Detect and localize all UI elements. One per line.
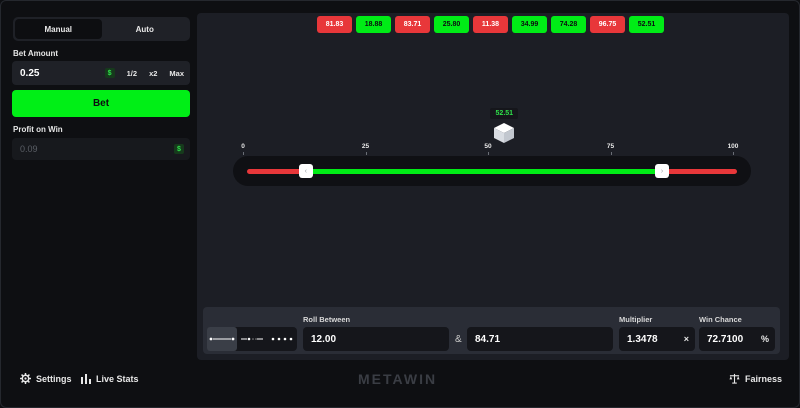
slider-tick-label: 25 xyxy=(361,143,370,150)
win-chance-value[interactable]: 72.7100 xyxy=(707,334,743,345)
multiplier-value[interactable]: 1.3478 xyxy=(627,334,658,345)
slider-handle-high[interactable]: › xyxy=(655,164,670,178)
slider-tick-mark xyxy=(488,152,489,155)
roll-between-mode-button[interactable] xyxy=(207,327,237,351)
fairness-label: Fairness xyxy=(745,373,783,384)
metawin-logo: METAWIN xyxy=(358,371,438,387)
slider-win-range xyxy=(305,169,663,174)
roll-high-input[interactable]: 84.71 xyxy=(467,327,613,351)
gear-icon xyxy=(20,373,31,384)
slider-lose-left xyxy=(247,169,306,174)
bet-button[interactable]: Bet xyxy=(12,90,190,117)
dice-game-app: Manual Auto Bet Amount 0.25 $ 1/2 x2 Max… xyxy=(0,0,800,408)
slider-tick-mark xyxy=(243,152,244,155)
fairness-button[interactable]: Fairness xyxy=(729,373,782,384)
roll-mode-selector xyxy=(207,327,297,351)
slider-tick-mark xyxy=(733,152,734,155)
and-symbol: & xyxy=(455,334,462,345)
multiplier-label: Multiplier xyxy=(619,315,653,324)
slider-handle-low[interactable]: ‹ xyxy=(298,164,313,178)
profit-value: 0.09 xyxy=(20,144,38,154)
result-badge: 52.51 xyxy=(490,108,519,119)
settings-button[interactable]: Settings xyxy=(20,373,72,384)
dice-icon xyxy=(494,123,515,143)
history-chip: 83.71 xyxy=(395,16,430,33)
max-bet-button[interactable]: Max xyxy=(163,63,190,83)
history-chip: 81.83 xyxy=(317,16,352,33)
bar-chart-icon xyxy=(81,374,91,384)
history-chip: 96.75 xyxy=(590,16,625,33)
dollar-icon: $ xyxy=(104,68,115,78)
outside-mode-icon xyxy=(241,337,263,341)
win-chance-label: Win Chance xyxy=(699,315,742,324)
multi-range-mode-icon xyxy=(271,337,293,341)
slider-lose-right xyxy=(662,169,737,174)
history-chip: 74.28 xyxy=(551,16,586,33)
slider-tick-label: 0 xyxy=(241,143,245,150)
history-chip: 52.51 xyxy=(629,16,664,33)
slider-tick-label: 75 xyxy=(606,143,615,150)
slider-tick-mark xyxy=(610,152,612,155)
history-chip: 25.80 xyxy=(434,16,469,33)
mode-tabs: Manual Auto xyxy=(13,17,190,41)
bet-amount-value[interactable]: 0.25 xyxy=(20,68,105,79)
live-stats-label: Live Stats xyxy=(96,373,139,384)
roll-low-input[interactable]: 12.00 xyxy=(303,327,449,351)
multiplier-input[interactable]: 1.3478 × xyxy=(619,327,695,351)
slider-tick-label: 100 xyxy=(727,143,739,150)
history-chip: 18.88 xyxy=(356,16,391,33)
live-stats-button[interactable]: Live Stats xyxy=(81,373,139,384)
slider-tick-label: 50 xyxy=(484,143,492,150)
game-panel: 81.83 18.88 83.71 25.80 11.38 34.99 74.28 96.75… xyxy=(197,13,789,360)
profit-field: 0.09 $ xyxy=(12,138,190,160)
roll-between-label: Roll Between xyxy=(303,315,351,324)
roll-history: 81.83 18.88 83.71 25.80 11.38 34.99 74.28 96.75… xyxy=(317,16,664,33)
win-chance-input[interactable]: 72.7100 % xyxy=(699,327,775,351)
bet-amount-field[interactable]: 0.25 $ 1/2 x2 Max xyxy=(12,61,190,85)
settings-label: Settings xyxy=(36,373,72,384)
between-mode-icon xyxy=(209,337,235,341)
dollar-icon: $ xyxy=(174,144,184,154)
multiplier-suffix: × xyxy=(683,334,689,344)
scale-icon xyxy=(729,373,740,384)
slider-tick-mark xyxy=(365,152,367,155)
roll-multi-mode-button[interactable] xyxy=(267,327,297,351)
profit-label: Profit on Win xyxy=(13,125,63,134)
bet-controls: Roll Between 12.00 & 84.71 Multiplier 1.… xyxy=(203,307,780,354)
win-chance-suffix: % xyxy=(760,334,769,344)
bet-amount-label: Bet Amount xyxy=(13,49,59,58)
tab-manual[interactable]: Manual xyxy=(15,19,102,39)
tab-auto[interactable]: Auto xyxy=(102,19,189,39)
half-bet-button[interactable]: 1/2 xyxy=(121,63,143,83)
roll-outside-mode-button[interactable] xyxy=(237,327,267,351)
history-chip: 11.38 xyxy=(473,16,508,33)
history-chip: 34.99 xyxy=(512,16,547,33)
double-bet-button[interactable]: x2 xyxy=(143,63,163,83)
